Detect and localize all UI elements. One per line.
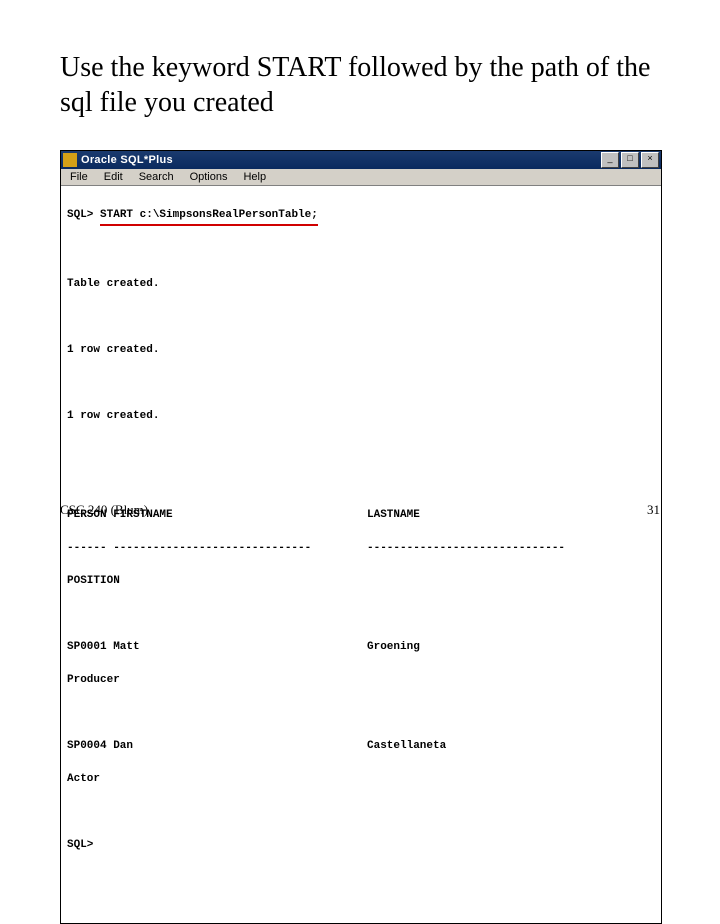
- cell-lastname: Castellaneta: [367, 738, 655, 755]
- menu-search[interactable]: Search: [132, 170, 181, 184]
- table-row: SP0004 DanCastellaneta: [67, 738, 655, 755]
- app-icon: [63, 153, 77, 167]
- sqlplus-window: Oracle SQL*Plus _ □ × File Edit Search O…: [60, 150, 662, 924]
- msg-table-created: Table created.: [67, 276, 655, 293]
- menu-help[interactable]: Help: [236, 170, 273, 184]
- titlebar: Oracle SQL*Plus _ □ ×: [61, 151, 661, 169]
- col-dash-1: ------ ------------------------------: [67, 540, 367, 557]
- sql-prompt: SQL>: [67, 209, 100, 221]
- menubar: File Edit Search Options Help: [61, 169, 661, 186]
- start-command: START c:\SimpsonsRealPersonTable;: [100, 207, 318, 227]
- msg-row-created-2: 1 row created.: [67, 408, 655, 425]
- col-header-position: POSITION: [67, 573, 655, 590]
- col-header-lastname: LASTNAME: [367, 507, 655, 524]
- menu-file[interactable]: File: [63, 170, 95, 184]
- menu-edit[interactable]: Edit: [97, 170, 130, 184]
- cell-lastname: Groening: [367, 639, 655, 656]
- cell-position: Producer: [67, 672, 655, 689]
- close-button[interactable]: ×: [641, 152, 659, 168]
- cell-position: Actor: [67, 771, 655, 788]
- msg-row-created-1: 1 row created.: [67, 342, 655, 359]
- maximize-button[interactable]: □: [621, 152, 639, 168]
- col-dash-2: ------------------------------: [367, 540, 655, 557]
- window-title: Oracle SQL*Plus: [81, 154, 601, 166]
- slide-title: Use the keyword START followed by the pa…: [60, 50, 660, 120]
- slide-number: 31: [647, 502, 660, 518]
- menu-options[interactable]: Options: [183, 170, 235, 184]
- console-output: SQL> START c:\SimpsonsRealPersonTable; T…: [61, 186, 661, 923]
- footer-course: CSC 240 (Blum): [60, 502, 148, 518]
- table-row: SP0001 MattGroening: [67, 639, 655, 656]
- minimize-button[interactable]: _: [601, 152, 619, 168]
- cell-person-first: SP0001 Matt: [67, 639, 367, 656]
- sql-prompt-end: SQL>: [67, 837, 655, 854]
- cell-person-first: SP0004 Dan: [67, 738, 367, 755]
